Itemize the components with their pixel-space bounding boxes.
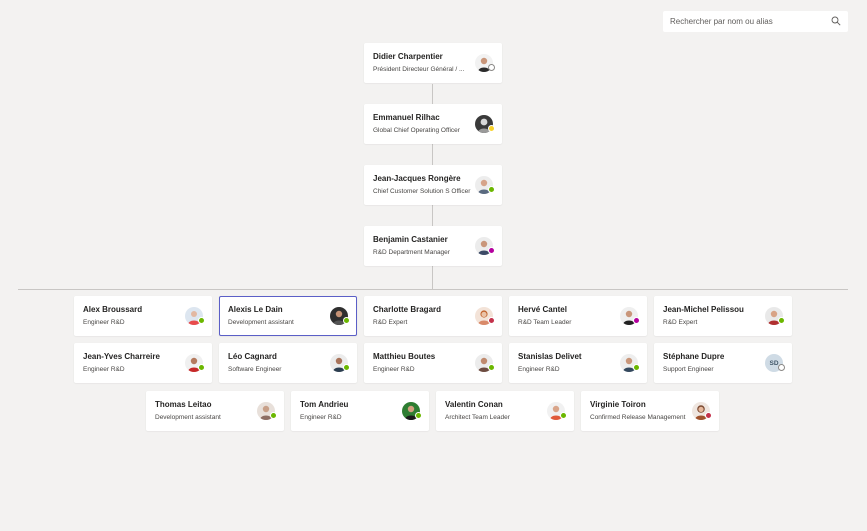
presence-available-icon <box>198 364 205 371</box>
person-card[interactable]: Hervé Cantel R&D Team Leader <box>509 296 647 336</box>
person-title: Président Directeur Général / ... <box>373 66 465 73</box>
person-title: Engineer R&D <box>83 319 125 326</box>
person-title: R&D Expert <box>373 319 408 326</box>
person-title: Development assistant <box>228 319 294 326</box>
person-card[interactable]: Didier Charpentier Président Directeur G… <box>364 43 502 83</box>
person-name: Matthieu Boutes <box>373 352 436 361</box>
person-card[interactable]: Valentin Conan Architect Team Leader <box>436 391 574 431</box>
person-title: Global Chief Operating Officer <box>373 127 460 134</box>
person-title: Development assistant <box>155 414 221 421</box>
presence-available-icon <box>488 186 495 193</box>
person-name: Stéphane Dupre <box>663 352 725 361</box>
person-title: Chief Customer Solution S Officer <box>373 188 471 195</box>
search-box[interactable] <box>663 11 848 32</box>
person-name: Hervé Cantel <box>518 305 567 314</box>
person-card[interactable]: Charlotte Bragard R&D Expert <box>364 296 502 336</box>
presence-available-icon <box>633 364 640 371</box>
person-name: Stanislas Delivet <box>518 352 582 361</box>
person-card[interactable]: Tom Andrieu Engineer R&D <box>291 391 429 431</box>
person-title: Engineer R&D <box>518 366 560 373</box>
person-title: R&D Department Manager <box>373 249 450 256</box>
person-name: Didier Charpentier <box>373 52 443 61</box>
person-card[interactable]: Virginie Toiron Confirmed Release Manage… <box>581 391 719 431</box>
person-card[interactable]: Emmanuel Rilhac Global Chief Operating O… <box>364 104 502 144</box>
presence-offline-icon <box>778 364 785 371</box>
person-name: Thomas Leitao <box>155 400 212 409</box>
presence-available-icon <box>343 364 350 371</box>
search-input[interactable] <box>670 17 831 26</box>
person-title: Architect Team Leader <box>445 414 510 421</box>
person-name: Jean-Jacques Rongère <box>373 174 461 183</box>
person-name: Tom Andrieu <box>300 400 349 409</box>
reports-divider <box>18 289 848 290</box>
person-card[interactable]: Matthieu Boutes Engineer R&D <box>364 343 502 383</box>
person-name: Virginie Toiron <box>590 400 646 409</box>
person-card-selected[interactable]: Alexis Le Dain Development assistant <box>219 296 357 336</box>
search-icon[interactable] <box>831 13 841 31</box>
presence-away-icon <box>488 125 495 132</box>
presence-available-icon <box>415 412 422 419</box>
presence-available-icon <box>198 317 205 324</box>
presence-available-icon <box>343 317 350 324</box>
presence-available-icon <box>270 412 277 419</box>
person-name: Charlotte Bragard <box>373 305 442 314</box>
person-name: Alex Broussard <box>83 305 143 314</box>
person-name: Emmanuel Rilhac <box>373 113 440 122</box>
person-title: Software Engineer <box>228 366 282 373</box>
person-card[interactable]: Jean-Yves Charreire Engineer R&D <box>74 343 212 383</box>
presence-offline-icon <box>488 64 495 71</box>
person-title: R&D Expert <box>663 319 698 326</box>
person-name: Alexis Le Dain <box>228 305 283 314</box>
presence-out-of-office-icon <box>633 317 640 324</box>
person-name: Léo Cagnard <box>228 352 277 361</box>
presence-out-of-office-icon <box>488 247 495 254</box>
person-card[interactable]: Thomas Leitao Development assistant <box>146 391 284 431</box>
person-title: Engineer R&D <box>300 414 342 421</box>
person-card[interactable]: Stanislas Delivet Engineer R&D <box>509 343 647 383</box>
person-title: R&D Team Leader <box>518 319 572 326</box>
presence-do-not-disturb-icon <box>488 317 495 324</box>
person-card[interactable]: Jean-Jacques Rongère Chief Customer Solu… <box>364 165 502 205</box>
person-card[interactable]: Stéphane Dupre Support Engineer SD <box>654 343 792 383</box>
presence-available-icon <box>560 412 567 419</box>
presence-busy-icon <box>705 412 712 419</box>
person-card[interactable]: Jean-Michel Pelissou R&D Expert <box>654 296 792 336</box>
person-card[interactable]: Léo Cagnard Software Engineer <box>219 343 357 383</box>
presence-available-icon <box>778 317 785 324</box>
person-name: Jean-Michel Pelissou <box>663 305 744 314</box>
person-card[interactable]: Benjamin Castanier R&D Department Manage… <box>364 226 502 266</box>
person-name: Benjamin Castanier <box>373 235 448 244</box>
person-name: Jean-Yves Charreire <box>83 352 160 361</box>
person-title: Support Engineer <box>663 366 714 373</box>
person-title: Engineer R&D <box>373 366 415 373</box>
person-title: Confirmed Release Management <box>590 414 686 421</box>
person-title: Engineer R&D <box>83 366 125 373</box>
presence-available-icon <box>488 364 495 371</box>
person-name: Valentin Conan <box>445 400 503 409</box>
person-card[interactable]: Alex Broussard Engineer R&D <box>74 296 212 336</box>
